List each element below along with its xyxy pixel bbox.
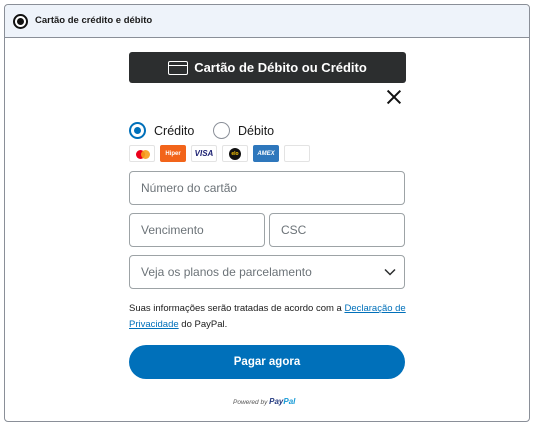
expiry-placeholder: Vencimento xyxy=(141,223,204,237)
installment-plans-select[interactable]: Veja os planos de parcelamento xyxy=(129,255,405,289)
credit-label: Crédito xyxy=(154,123,195,138)
credit-card-icon xyxy=(168,60,189,75)
mastercard-icon xyxy=(129,145,155,162)
csc-placeholder: CSC xyxy=(281,223,307,237)
hipercard-icon: Hiper xyxy=(160,145,186,162)
elo-icon: elo xyxy=(222,145,248,162)
chevron-down-icon xyxy=(384,268,396,276)
installment-plans-label: Veja os planos de parcelamento xyxy=(141,265,312,279)
credit-option[interactable]: Crédito xyxy=(129,122,194,139)
blank-card-icon xyxy=(284,145,310,162)
disclaimer-suffix: do PayPal. xyxy=(178,319,228,330)
powered-by-paypal: Powered by PayPal xyxy=(233,397,295,406)
payment-method-header[interactable]: Cartão de crédito e débito xyxy=(5,5,529,38)
expiry-input[interactable]: Vencimento xyxy=(129,213,265,247)
csc-input[interactable]: CSC xyxy=(269,213,405,247)
debit-radio[interactable] xyxy=(213,122,230,139)
debit-option[interactable]: Débito xyxy=(213,122,274,139)
payment-method-label: Cartão de crédito e débito xyxy=(35,15,153,26)
disclaimer-text: Suas informações serão tratadas de acord… xyxy=(129,303,345,314)
paypal-logo-pal: Pal xyxy=(283,397,296,406)
pay-now-button[interactable]: Pagar agora xyxy=(129,345,405,379)
card-debit-credit-button[interactable]: Cartão de Débito ou Crédito xyxy=(129,52,406,83)
credit-radio[interactable] xyxy=(129,122,146,139)
pay-now-label: Pagar agora xyxy=(233,356,301,368)
privacy-disclaimer: Suas informações serão tratadas de acord… xyxy=(129,301,409,333)
card-number-input[interactable]: Número do cartão xyxy=(129,171,405,205)
powered-by-text: Powered by xyxy=(233,399,270,406)
debit-label: Débito xyxy=(238,123,275,138)
card-number-placeholder: Número do cartão xyxy=(141,181,238,195)
paypal-logo-pay: Pay xyxy=(269,397,284,406)
amex-icon: AMEX xyxy=(253,145,279,162)
visa-icon: VISA xyxy=(191,145,217,162)
card-brands: Hiper VISA elo AMEX xyxy=(129,145,310,162)
card-button-label: Cartão de Débito ou Crédito xyxy=(194,60,367,75)
payment-method-radio[interactable] xyxy=(13,14,28,29)
close-icon[interactable] xyxy=(385,88,403,106)
